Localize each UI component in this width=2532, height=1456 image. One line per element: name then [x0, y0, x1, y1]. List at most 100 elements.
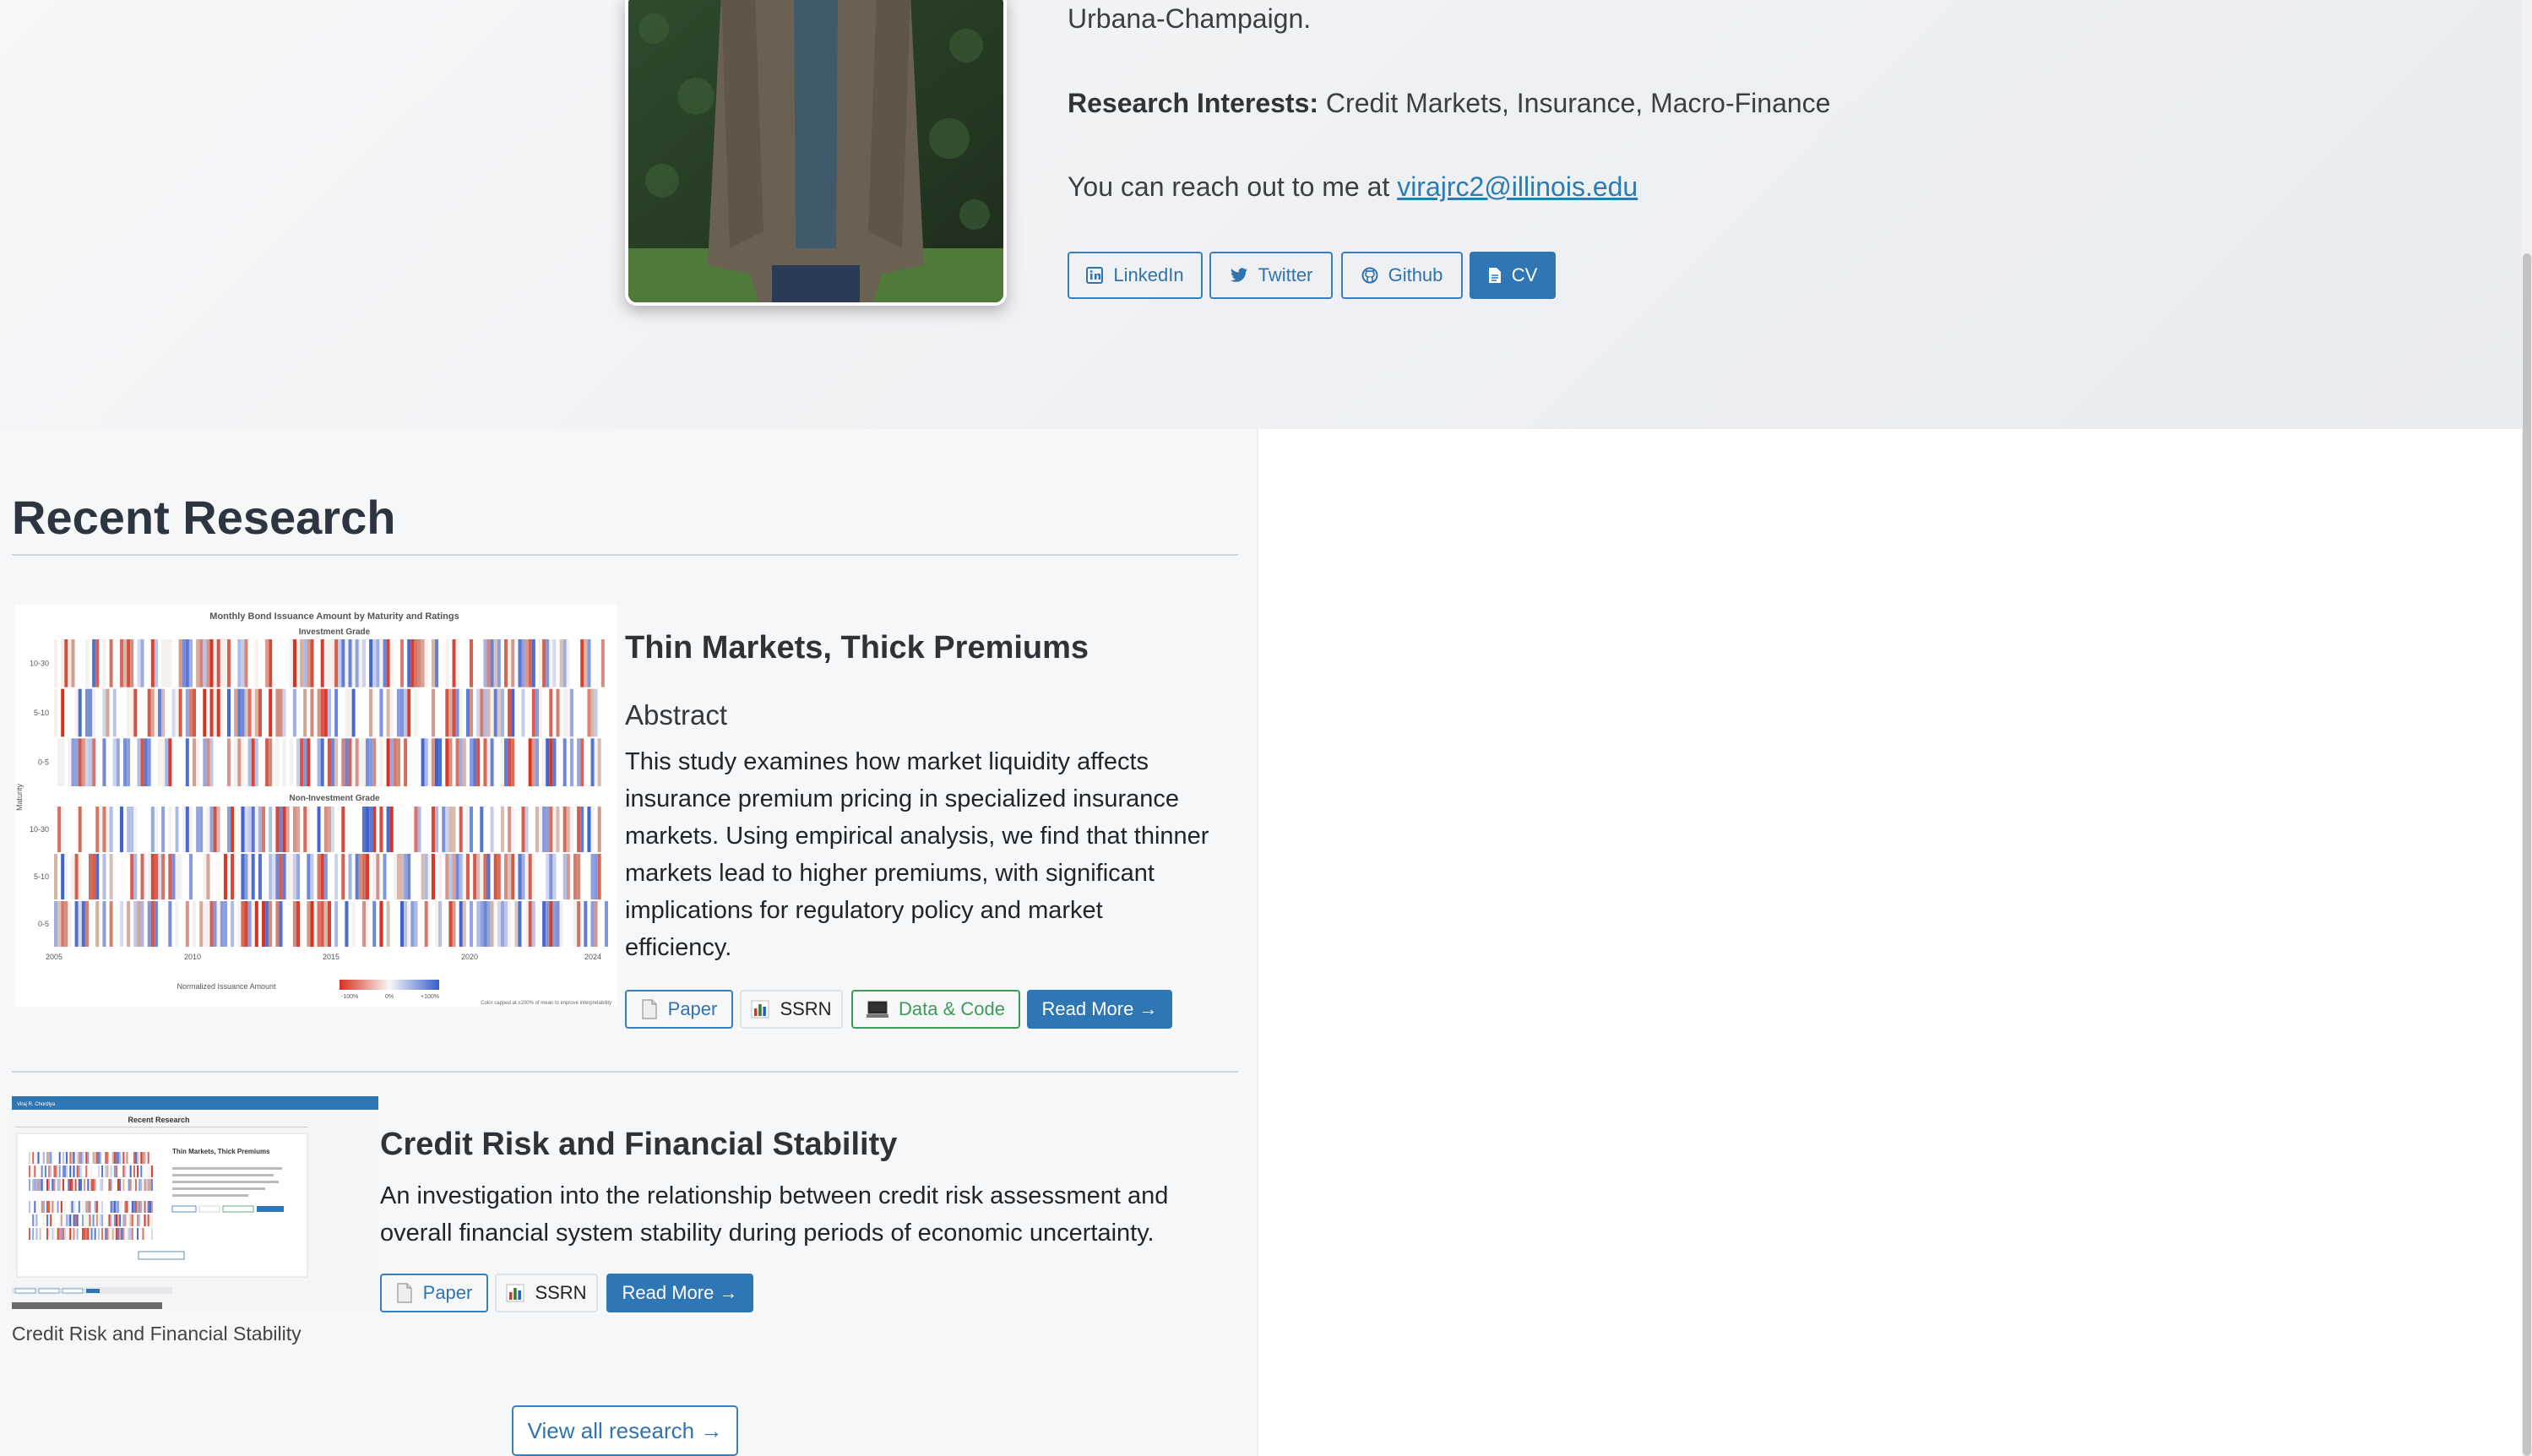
heatmap-cell: [473, 639, 477, 687]
heatmap-cell: [549, 854, 553, 899]
read-more-button[interactable]: Read More →: [606, 1274, 753, 1312]
heatmap-cell: [303, 639, 307, 687]
heatmap-cell: [158, 901, 162, 947]
heatmap-cell: [427, 688, 432, 737]
heatmap-cell: [68, 901, 72, 947]
mini-heatmap-cell: [50, 1179, 52, 1191]
linkedin-button[interactable]: LinkedIn: [1068, 252, 1203, 299]
contact-prefix: You can reach out to me at: [1068, 171, 1398, 202]
email-link[interactable]: virajrc2@illinois.edu: [1397, 171, 1638, 202]
publication-title[interactable]: Credit Risk and Financial Stability: [380, 1127, 897, 1163]
read-more-button[interactable]: Read More →: [1027, 990, 1172, 1029]
heatmap-cell: [590, 807, 595, 852]
heatmap-cell: [178, 639, 182, 687]
github-button[interactable]: Github: [1341, 252, 1463, 299]
heatmap-cell: [587, 807, 591, 852]
heatmap-cell: [445, 738, 449, 786]
mini-heatmap-cell: [121, 1228, 123, 1240]
publication-title[interactable]: Thin Markets, Thick Premiums: [625, 630, 1089, 666]
heatmap-cell: [203, 807, 207, 852]
heatmap-cell: [366, 854, 370, 899]
thumb-brand: Viraj R. Chordiya: [17, 1102, 56, 1107]
twitter-button[interactable]: Twitter: [1209, 252, 1333, 299]
mini-heatmap-cell: [140, 1201, 143, 1213]
mini-heatmap-cell: [48, 1179, 51, 1191]
heatmap-cell: [497, 854, 501, 899]
mini-heatmap-cell: [106, 1201, 109, 1213]
heatmap-cell: [71, 807, 75, 852]
heatmap-cell: [310, 854, 314, 899]
heatmap-cell: [334, 639, 339, 687]
scrollbar-thumb[interactable]: [2523, 253, 2531, 1456]
heatmap-cell: [470, 688, 474, 737]
heatmap-cell: [417, 639, 421, 687]
mini-heatmap-cell: [34, 1214, 36, 1226]
heatmap-cell: [355, 738, 359, 786]
heatmap-cell: [119, 901, 123, 947]
mini-heatmap-cell: [92, 1165, 95, 1177]
heatmap-cell: [185, 854, 189, 899]
heatmap-cell: [358, 854, 362, 899]
heatmap-cell: [265, 738, 269, 786]
heatmap-cell: [127, 807, 131, 852]
paper-button[interactable]: Paper: [380, 1274, 488, 1312]
heatmap-cell: [119, 639, 123, 687]
heatmap-cell: [102, 639, 106, 687]
ssrn-button[interactable]: SSRN: [495, 1274, 598, 1312]
heatmap-cell: [386, 807, 390, 852]
heatmap-cell: [272, 854, 276, 899]
heatmap-cell: [393, 738, 397, 786]
heatmap-cell: [227, 738, 231, 786]
mini-heatmap-cell: [92, 1214, 95, 1226]
mini-heatmap-cell: [58, 1179, 61, 1191]
heatmap-cell: [355, 807, 359, 852]
heatmap-cell: [144, 901, 148, 947]
mini-heatmap-cell: [145, 1152, 148, 1164]
heatmap-cell: [393, 854, 397, 899]
mini-heatmap-cell: [79, 1179, 82, 1191]
mini-heatmap-cell: [71, 1165, 73, 1177]
heatmap-cell: [296, 854, 301, 899]
mini-heatmap-cell: [58, 1152, 61, 1164]
mini-heatmap-cell: [133, 1179, 135, 1191]
publication-thumbnail[interactable]: Viraj R. Chordiya Recent Research Thin M…: [12, 1096, 378, 1309]
heatmap-cell: [542, 639, 546, 687]
heatmap-cell: [74, 901, 79, 947]
heatmap-cell: [587, 738, 591, 786]
heatmap-cell: [296, 688, 301, 737]
mini-heatmap-cell: [71, 1201, 73, 1213]
heatmap-cell: [303, 854, 307, 899]
view-all-research-button[interactable]: View all research →: [512, 1405, 738, 1456]
heatmap-cell: [137, 807, 141, 852]
heatmap-cell: [285, 639, 290, 687]
heatmap-cell: [140, 738, 144, 786]
linkedin-label: LinkedIn: [1113, 264, 1184, 285]
legend-tick-high: +100%: [421, 994, 439, 1000]
mini-heatmap-cell: [58, 1214, 61, 1226]
data-code-button[interactable]: Data & Code: [851, 990, 1020, 1029]
heatmap-cell: [584, 688, 588, 737]
mini-heatmap-cell: [108, 1201, 111, 1213]
heatmap-cell: [476, 807, 481, 852]
mini-heatmap-cell: [53, 1214, 56, 1226]
heatmap-cell: [372, 688, 377, 737]
heatmap-cell: [577, 688, 581, 737]
heatmap-cell: [102, 807, 106, 852]
heatmap-cell: [417, 688, 421, 737]
publication-thumbnail[interactable]: Monthly Bond Issuance Amount by Maturity…: [15, 605, 617, 1007]
heatmap-cell: [106, 639, 110, 687]
heatmap-cell: [133, 738, 138, 786]
mini-heatmap-cell: [122, 1165, 125, 1177]
heatmap-cell: [323, 807, 328, 852]
heatmap-cell: [64, 901, 68, 947]
ssrn-button[interactable]: SSRN: [740, 990, 843, 1029]
cv-button[interactable]: CV: [1470, 252, 1556, 299]
paper-button[interactable]: Paper: [625, 990, 733, 1029]
heatmap-cell: [546, 901, 550, 947]
mini-heatmap-cell: [71, 1214, 73, 1226]
mini-heatmap-cell: [41, 1201, 43, 1213]
heatmap-cell: [251, 738, 255, 786]
heatmap-cell: [556, 807, 560, 852]
heatmap-cell: [594, 639, 598, 687]
heatmap-cell: [327, 738, 331, 786]
